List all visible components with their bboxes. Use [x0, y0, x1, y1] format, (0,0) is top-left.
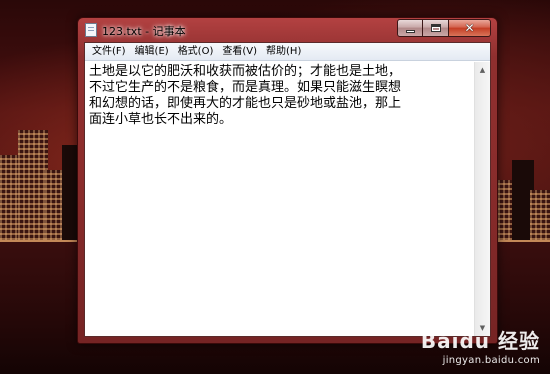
- maximize-icon: [430, 24, 441, 32]
- watermark-logo: Baidu 经验: [420, 329, 540, 353]
- caption-buttons: ✕: [397, 19, 491, 37]
- minimize-button[interactable]: [397, 19, 423, 37]
- watermark: Baidu 经验 jingyan.baidu.com: [421, 325, 540, 366]
- menu-help[interactable]: 帮助(H): [262, 44, 305, 60]
- notepad-icon[interactable]: [85, 23, 97, 37]
- menu-format[interactable]: 格式(O): [174, 44, 218, 60]
- menu-edit[interactable]: 编辑(E): [131, 44, 173, 60]
- minimize-icon: [405, 29, 415, 33]
- close-button[interactable]: ✕: [449, 19, 491, 37]
- client-area: 文件(F) 编辑(E) 格式(O) 查看(V) 帮助(H) 土地是以它的肥沃和收…: [84, 42, 491, 337]
- text-editor[interactable]: 土地是以它的肥沃和收获而被估价的；才能也是土地， 不过它生产的不是粮食，而是真理…: [85, 62, 474, 336]
- watermark-url: jingyan.baidu.com: [442, 355, 540, 366]
- notepad-window[interactable]: 123.txt - 记事本 ✕ 文件(F) 编辑(E) 格式(O) 查看(V) …: [77, 17, 498, 344]
- close-icon: ✕: [464, 21, 475, 35]
- title-bar[interactable]: 123.txt - 记事本 ✕: [78, 18, 497, 42]
- menu-file[interactable]: 文件(F): [88, 44, 130, 60]
- menu-view[interactable]: 查看(V): [218, 44, 261, 60]
- vertical-scrollbar[interactable]: ▲ ▼: [474, 62, 490, 336]
- maximize-button[interactable]: [423, 19, 449, 37]
- scroll-up-icon[interactable]: ▲: [475, 62, 490, 78]
- menu-bar: 文件(F) 编辑(E) 格式(O) 查看(V) 帮助(H): [85, 43, 490, 61]
- window-title: 123.txt - 记事本: [102, 25, 186, 38]
